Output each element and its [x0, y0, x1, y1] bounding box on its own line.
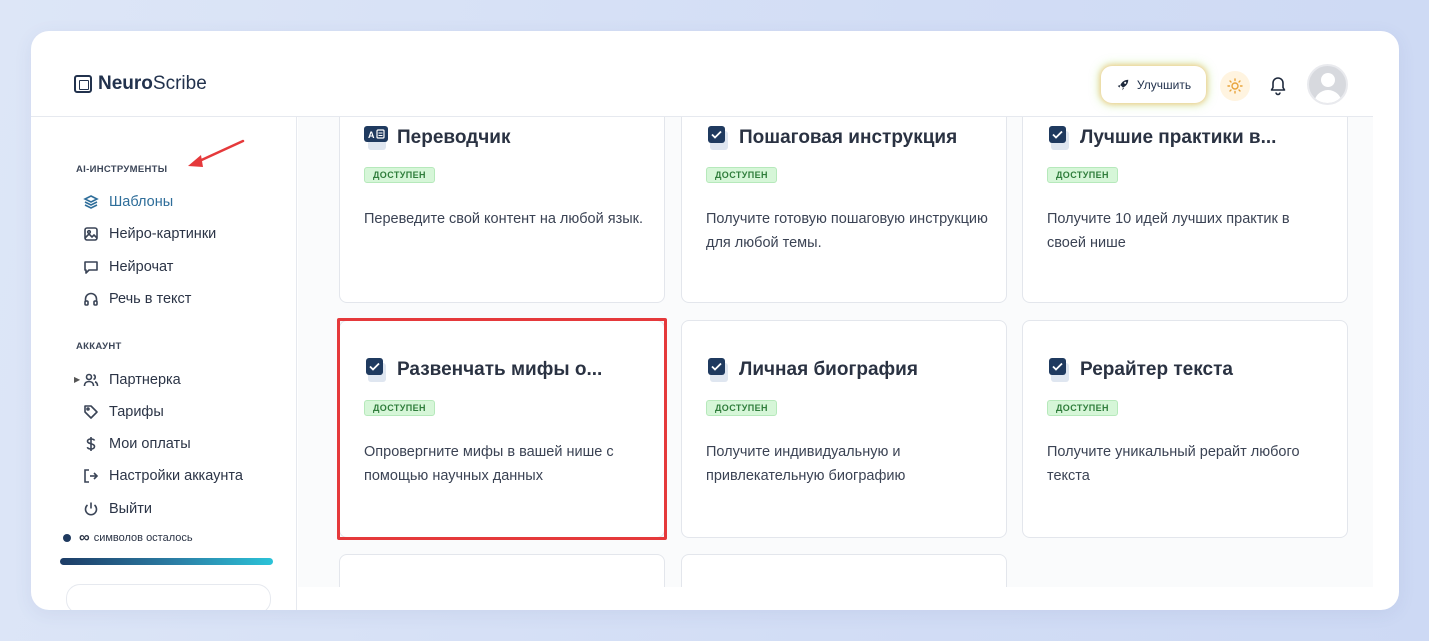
upgrade-button[interactable]: Улучшить [1103, 68, 1204, 101]
card-description: Получите 10 идей лучших практик в своей … [1047, 211, 1290, 251]
sidebar-item-label: Шаблоны [109, 194, 174, 210]
sidebar-item-label: Настройки аккаунта [109, 468, 243, 484]
card-title-text: Личная биография [739, 359, 918, 380]
sidebar-item-account-settings[interactable]: Настройки аккаунта [83, 465, 243, 487]
dollar-icon [86, 437, 96, 451]
sidebar-item-label: Мои оплаты [109, 436, 191, 452]
upgrade-label: Улучшить [1136, 77, 1192, 92]
status-badge: ДОСТУПЕН [706, 167, 777, 183]
rocket-icon [1117, 79, 1129, 90]
card-title-text: Пошаговая инструкция [739, 127, 958, 148]
template-card[interactable]: A Переводчик ДОСТУПЕН Переведите свой ко… [339, 117, 665, 303]
power-icon [84, 502, 98, 516]
status-dot [63, 533, 71, 542]
theme-toggle-button[interactable] [1220, 71, 1250, 101]
sidebar-item-label: Тарифы [109, 404, 164, 420]
sidebar-item-label: Выйти [109, 501, 152, 517]
card-description: Получите уникальный рерайт любого текста [1047, 444, 1300, 484]
checkbox-icon [366, 358, 388, 382]
template-card[interactable] [681, 554, 1007, 587]
translate-icon: A [364, 126, 388, 150]
card-description: Получите индивидуальную и привлекательну… [706, 444, 906, 484]
template-card[interactable]: Лучшие практики в... ДОСТУПЕН Получите 1… [1022, 117, 1348, 303]
card-title-text: Лучшие практики в... [1080, 127, 1277, 148]
logo-icon [74, 75, 92, 93]
sidebar-item-speech-to-text[interactable]: Речь в текст [83, 288, 191, 310]
sidebar-item-neurochat[interactable]: Нейрочат [83, 256, 173, 278]
app-window: NeuroScribe Улучшить AI-ИНСТРУМЕНТЫ Шабл… [31, 31, 1399, 610]
sidebar-item-label: Партнерка [109, 372, 181, 388]
card-description: Получите готовую пошаговую инструкцию дл… [706, 211, 988, 251]
card-title: Развенчать мифы о... [366, 358, 602, 382]
chars-remaining: ∞ символов осталось [63, 529, 193, 546]
users-icon [83, 373, 99, 387]
sidebar-bottom-button[interactable] [66, 584, 271, 610]
logo[interactable]: NeuroScribe [74, 73, 207, 95]
status-badge: ДОСТУПЕН [1047, 167, 1118, 183]
sidebar-item-tariffs[interactable]: Тарифы [83, 401, 164, 423]
logo-rest-text: Scribe [152, 73, 207, 94]
sidebar-item-payments[interactable]: Мои оплаты [83, 433, 191, 455]
status-badge: ДОСТУПЕН [1047, 400, 1118, 416]
template-card[interactable]: Пошаговая инструкция ДОСТУПЕН Получите г… [681, 117, 1007, 303]
sidebar-item-neuro-images[interactable]: Нейро-картинки [83, 223, 216, 245]
sidebar-item-logout[interactable]: Выйти [83, 498, 152, 520]
chars-label: символов осталось [93, 531, 193, 544]
checkbox-icon [708, 358, 730, 382]
sidebar-item-partner[interactable]: Партнерка [83, 369, 181, 391]
notifications-button[interactable] [1267, 74, 1289, 98]
template-card[interactable]: Развенчать мифы о... ДОСТУПЕН Опровергни… [339, 320, 665, 538]
logo-bold-text: Neuro [98, 73, 153, 94]
bell-icon [1270, 77, 1286, 96]
template-card[interactable] [339, 554, 665, 587]
tag-icon [84, 405, 98, 419]
checkbox-icon [708, 126, 730, 150]
annotation-arrow-icon [188, 139, 245, 167]
chat-icon [84, 261, 98, 274]
card-title-text: Развенчать мифы о... [397, 359, 603, 380]
card-description: Опровергните мифы в вашей нише с помощью… [364, 444, 614, 484]
sidebar-item-templates[interactable]: Шаблоны [83, 191, 173, 213]
card-title-text: Переводчик [397, 127, 511, 148]
card-description: Переведите свой контент на любой язык. [364, 211, 644, 227]
checkbox-icon [1049, 358, 1071, 382]
template-card[interactable]: Личная биография ДОСТУПЕН Получите индив… [681, 320, 1007, 538]
status-badge: ДОСТУПЕН [364, 167, 435, 183]
logout-arrow-icon [84, 469, 99, 483]
user-avatar[interactable] [1307, 64, 1348, 105]
templates-grid: A Переводчик ДОСТУПЕН Переведите свой ко… [298, 117, 1373, 587]
sidebar-item-label: Нейро-картинки [109, 226, 217, 242]
checkbox-icon [1049, 126, 1071, 150]
sidebar: AI-ИНСТРУМЕНТЫ Шаблоны Нейро-картинки Не… [31, 117, 297, 610]
image-icon [84, 227, 98, 241]
card-title: Личная биография [708, 358, 918, 382]
card-title: Лучшие практики в... [1049, 126, 1276, 150]
ai-tools-section-title: AI-ИНСТРУМЕНТЫ [76, 164, 168, 175]
expand-caret-icon[interactable]: ▶ [74, 375, 80, 384]
template-card[interactable]: Рерайтер текста ДОСТУПЕН Получите уникал… [1022, 320, 1348, 538]
card-title: Рерайтер текста [1049, 358, 1233, 382]
sidebar-item-label: Речь в текст [109, 291, 192, 307]
status-badge: ДОСТУПЕН [706, 400, 777, 416]
layers-icon [83, 195, 99, 209]
top-bar: NeuroScribe Улучшить [31, 31, 1373, 117]
status-badge: ДОСТУПЕН [364, 400, 435, 416]
sidebar-item-label: Нейрочат [109, 259, 174, 275]
card-title: Пошаговая инструкция [708, 126, 957, 150]
sun-icon [1227, 78, 1243, 94]
account-section-title: АККАУНТ [76, 341, 122, 352]
headphones-icon [84, 292, 98, 306]
svg-text:A: A [368, 130, 375, 140]
chars-symbol: ∞ [79, 529, 90, 546]
card-title-text: Рерайтер текста [1080, 359, 1233, 380]
chars-progress-bar [60, 558, 273, 565]
card-title: A Переводчик [364, 126, 511, 150]
